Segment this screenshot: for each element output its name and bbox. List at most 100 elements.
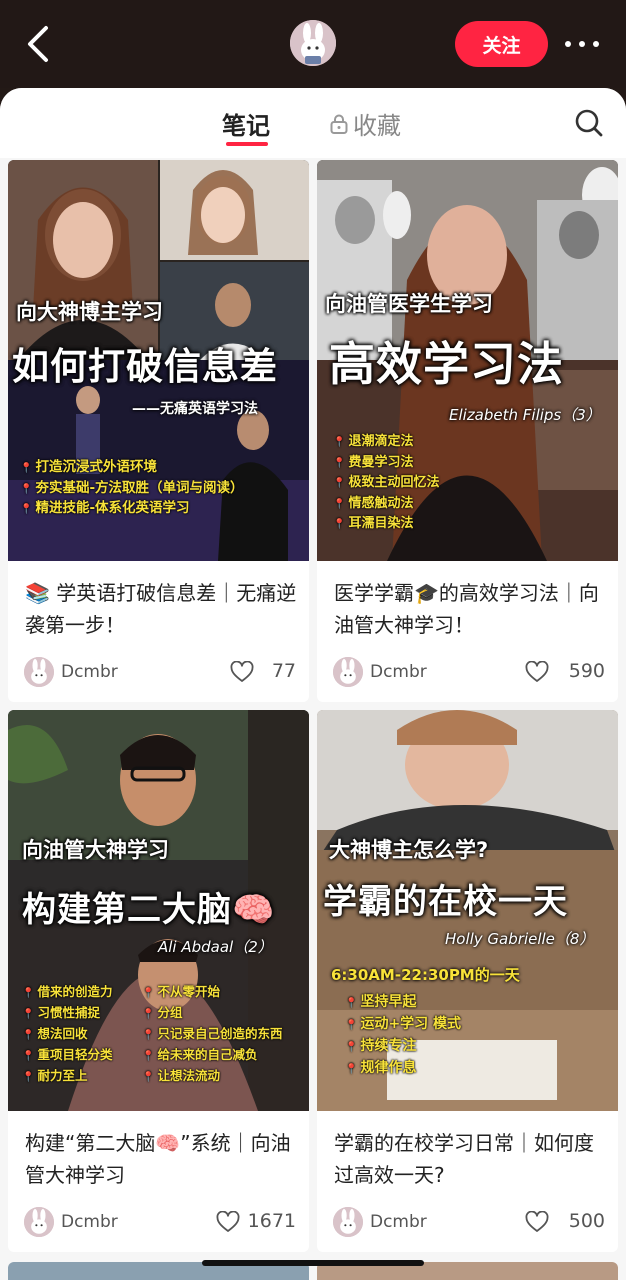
profile-avatar[interactable]: [290, 20, 336, 66]
pin-icon: 📍: [142, 1030, 155, 1041]
pin-icon: 📍: [20, 504, 33, 515]
tab-notes[interactable]: 笔记: [222, 106, 270, 141]
note-card[interactable]: 向大神博主学习 如何打破信息差 ——无痛英语学习法 📍 打造沉浸式外语环境 📍 夯实…: [8, 160, 309, 702]
dot-icon: [565, 41, 571, 47]
cover-point-list-left: 📍 借来的创造力 📍 习惯性捕捉 📍 想法回收 📍 重项目轻分类 📍 耐力至上: [22, 982, 112, 1087]
heart-icon[interactable]: [216, 1211, 240, 1233]
dot-icon: [593, 41, 599, 47]
pin-icon: 📍: [20, 483, 33, 495]
rabbit-avatar-icon: [290, 20, 336, 66]
note-card[interactable]: 向油管大神学习 构建第二大脑🧠 Ali Abdaal（2） 📍 借来的创造力 📍 习…: [8, 710, 309, 1252]
cover-name: Holly Gabrielle（8）: [445, 930, 595, 948]
pin-icon: 📍: [22, 1051, 35, 1062]
cover-point: 📍 借来的创造力: [22, 984, 113, 999]
search-icon: [575, 109, 603, 137]
author-name[interactable]: Dcmbr: [61, 1212, 118, 1232]
cover-point: 📍 坚持早起: [345, 994, 417, 1010]
note-meta: Dcmbr 77: [24, 657, 296, 687]
rabbit-avatar-icon: [24, 657, 54, 687]
author-name[interactable]: Dcmbr: [370, 662, 427, 682]
pin-icon: 📍: [345, 1020, 358, 1031]
note-title[interactable]: 📚 学英语打破信息差｜无痛逆袭第一步！: [25, 577, 297, 641]
note-cover-image[interactable]: 向油管大神学习 构建第二大脑🧠 Ali Abdaal（2） 📍 借来的创造力 📍 习…: [8, 710, 309, 1111]
cover-point: 📍 规律作息: [345, 1060, 417, 1076]
note-meta: Dcmbr 500: [333, 1207, 605, 1237]
author-name[interactable]: Dcmbr: [370, 1212, 427, 1232]
note-cover-image[interactable]: 向大神博主学习 如何打破信息差 ——无痛英语学习法 📍 打造沉浸式外语环境 📍 夯实…: [8, 160, 309, 561]
author-name[interactable]: Dcmbr: [61, 662, 118, 682]
cover-point-list: 📍 坚持早起 📍 运动+学习 模式 📍 持续专注 📍 规律作息: [345, 992, 461, 1080]
pin-icon: 📍: [142, 1072, 155, 1083]
content-sheet: 笔记 收藏 向大神博主学习 如何打破信息差 ——无痛英语学习法 📍 打造沉浸式外…: [0, 88, 626, 1280]
pin-icon: 📍: [333, 519, 346, 530]
cover-time-range: 6:30AM-22:30PM的一天: [331, 966, 520, 984]
cover-headline: 如何打破信息差: [12, 345, 278, 388]
author-avatar[interactable]: [24, 1207, 54, 1237]
heart-icon[interactable]: [230, 661, 254, 683]
cover-point: 📍 不从零开始: [142, 984, 220, 999]
pin-icon: 📍: [333, 437, 346, 448]
cover-point-list-right: 📍 不从零开始 📍 分组 📍 只记录自己创造的东西 📍 给未来的自己减负 📍 让想法流动: [142, 982, 282, 1087]
pin-icon: 📍: [345, 1064, 358, 1075]
cover-point: 📍 分组: [142, 1005, 183, 1020]
tab-favorites[interactable]: 收藏: [329, 106, 401, 141]
cover-point: 📍 只记录自己创造的东西: [142, 1026, 283, 1041]
tab-bar: 笔记 收藏: [0, 88, 626, 158]
pin-icon: 📍: [22, 1030, 35, 1041]
like-count: 500: [568, 1210, 605, 1232]
dot-icon: [579, 41, 585, 47]
pin-icon: 📍: [345, 998, 358, 1009]
cover-point: 📍 想法回收: [22, 1026, 88, 1041]
author-avatar[interactable]: [333, 1207, 363, 1237]
cover-point: 📍 夯实基础-方法取胜（单词与阅读）: [20, 479, 244, 496]
follow-button[interactable]: 关注: [455, 21, 548, 67]
rabbit-avatar-icon: [24, 1207, 54, 1237]
pin-icon: 📍: [333, 457, 346, 469]
note-cover-image[interactable]: 向油管医学生学习 高效学习法 Elizabeth Filips（3） 📍 退潮滴定…: [317, 160, 618, 561]
cover-point: 📍 耐力至上: [22, 1068, 88, 1083]
cover-point: 📍 费曼学习法: [333, 454, 414, 470]
author-avatar[interactable]: [333, 657, 363, 687]
note-card[interactable]: 大神博主怎么学? 学霸的在校一天 Holly Gabrielle（8） 6:30…: [317, 710, 618, 1252]
cover-point: 📍 精进技能-体系化英语学习: [20, 500, 190, 516]
active-tab-indicator: [226, 142, 268, 146]
pin-icon: 📍: [345, 1042, 358, 1053]
heart-icon[interactable]: [525, 1211, 549, 1233]
cover-name: Ali Abdaal（2）: [158, 938, 273, 956]
search-button[interactable]: [572, 106, 606, 140]
home-indicator[interactable]: [202, 1260, 424, 1266]
cover-headline: 高效学习法: [329, 337, 564, 391]
like-count: 590: [568, 660, 605, 682]
note-title[interactable]: 构建“第二大脑🧠”系统｜向油管大神学习: [25, 1127, 297, 1191]
pin-icon: 📍: [20, 463, 33, 474]
more-options-button[interactable]: [562, 30, 602, 58]
cover-point: 📍 持续专注: [345, 1038, 417, 1054]
cover-point: 📍 运动+学习 模式: [345, 1016, 462, 1032]
note-cover-image[interactable]: 大神博主怎么学? 学霸的在校一天 Holly Gabrielle（8） 6:30…: [317, 710, 618, 1111]
back-button[interactable]: [22, 22, 56, 66]
note-title[interactable]: 医学学霸🎓的高效学习法｜向油管大神学习！: [334, 577, 606, 641]
cover-point: 📍 让想法流动: [142, 1068, 220, 1083]
rabbit-avatar-icon: [333, 657, 363, 687]
cover-subtitle: 向油管医学生学习: [325, 292, 493, 316]
pin-icon: 📍: [333, 498, 346, 510]
like-count: 77: [271, 660, 296, 682]
note-card[interactable]: 向油管医学生学习 高效学习法 Elizabeth Filips（3） 📍 退潮滴定…: [317, 160, 618, 702]
pin-icon: 📍: [142, 1009, 155, 1020]
cover-subtitle: 向油管大神学习: [22, 838, 169, 862]
pin-icon: 📍: [142, 1051, 155, 1062]
note-meta: Dcmbr 590: [333, 657, 605, 687]
cover-point: 📍 习惯性捕捉: [22, 1005, 100, 1020]
heart-icon[interactable]: [525, 661, 549, 683]
note-meta: Dcmbr 1671: [24, 1207, 296, 1237]
pin-icon: 📍: [333, 478, 346, 489]
cover-point: 📍 打造沉浸式外语环境: [20, 459, 157, 475]
top-bar: 关注: [0, 0, 626, 88]
cover-tagline: ——无痛英语学习法: [132, 401, 258, 417]
tab-favorites-label: 收藏: [353, 112, 401, 140]
cover-point: 📍 退潮滴定法: [333, 434, 414, 449]
cover-subtitle: 向大神博主学习: [16, 300, 163, 324]
cover-point: 📍 给未来的自己减负: [142, 1047, 258, 1062]
note-title[interactable]: 学霸的在校学习日常｜如何度过高效一天?: [334, 1127, 606, 1191]
author-avatar[interactable]: [24, 657, 54, 687]
